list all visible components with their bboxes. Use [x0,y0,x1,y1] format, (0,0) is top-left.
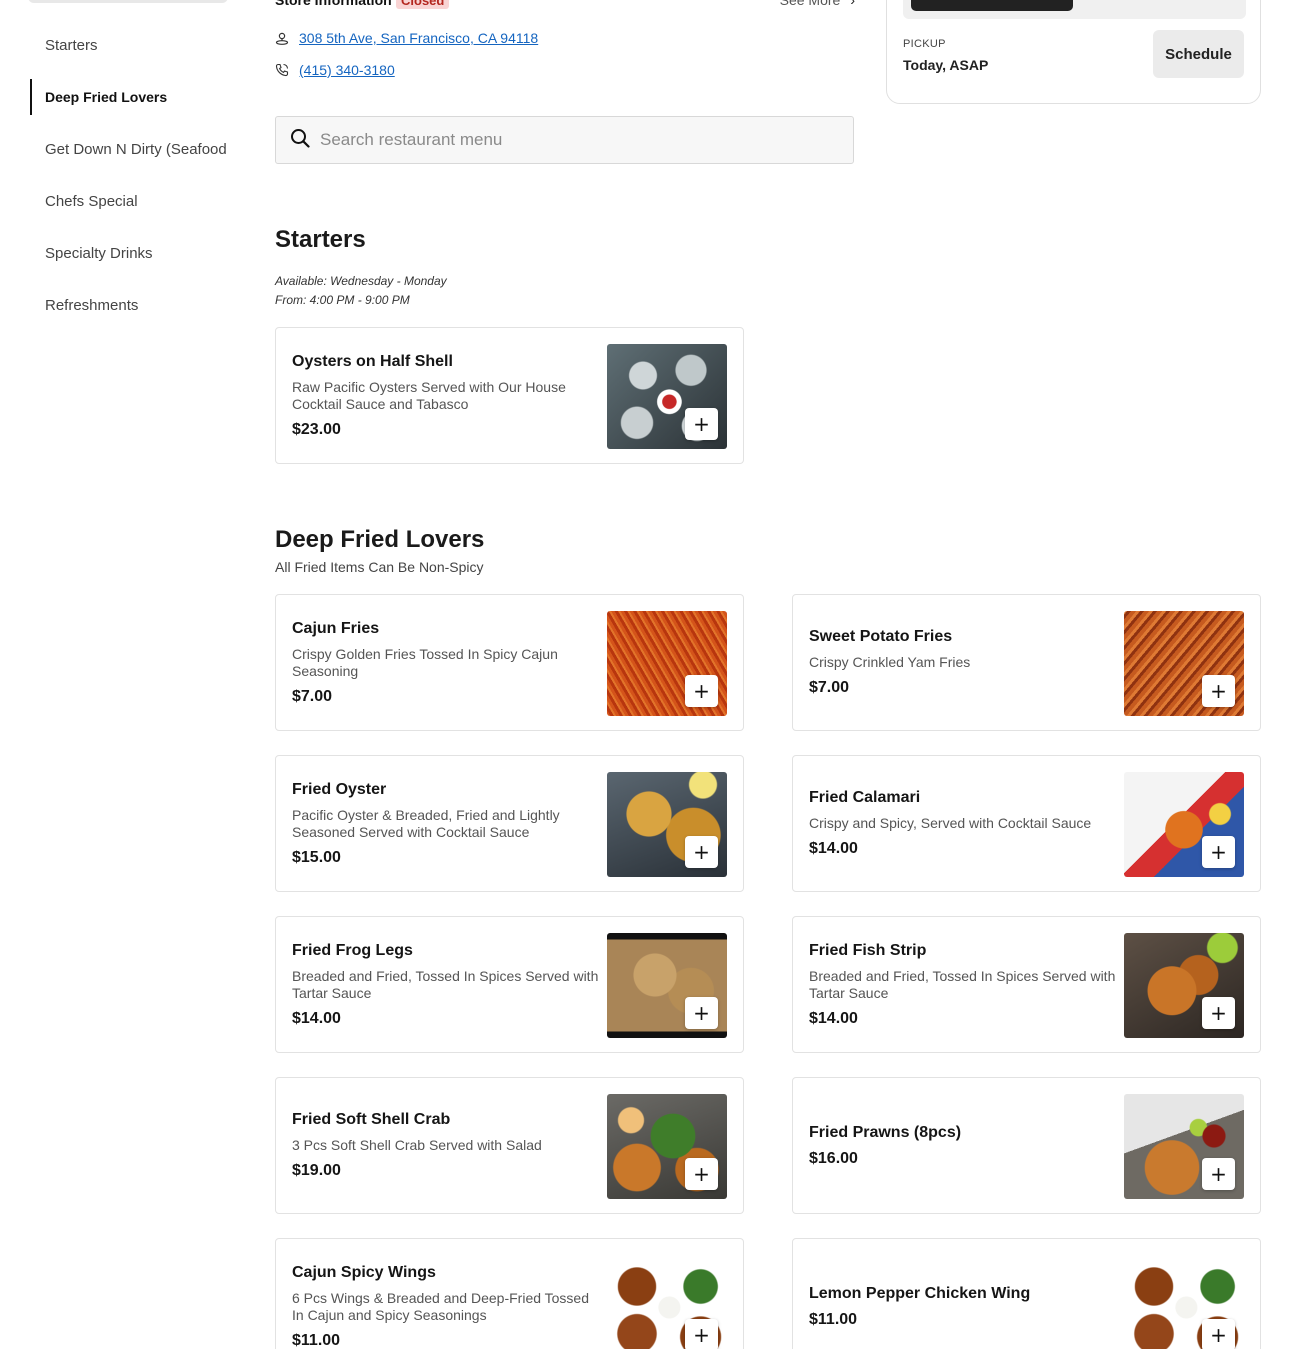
item-description: Crispy and Spicy, Served with Cocktail S… [809,815,1092,831]
menu-item-card[interactable]: Sweet Potato Fries Crispy Crinkled Yam F… [792,594,1261,731]
add-to-cart-button[interactable]: + [685,1319,718,1349]
sidebar-item-refreshments[interactable]: Refreshments [30,287,230,323]
item-price: $14.00 [292,1009,341,1027]
item-description: Raw Pacific Oysters Served with Our Hous… [292,378,566,412]
section-subtitle: All Fried Items Can Be Non-Spicy [275,559,484,575]
availability-days: Available: Wednesday - Monday [275,274,447,288]
item-price: $11.00 [809,1310,858,1328]
sidebar-scroll-edge [28,0,228,3]
sidebar-item-label: Chefs Special [45,192,138,210]
menu-item-card[interactable]: Fried Calamari Crispy and Spicy, Served … [792,755,1261,892]
add-to-cart-button[interactable]: + [1202,997,1235,1029]
availability-hours: From: 4:00 PM - 9:00 PM [275,293,410,307]
pickup-time: Today, ASAP [903,57,989,73]
status-badge: Closed [396,0,450,9]
sidebar-item-chefs-special[interactable]: Chefs Special [30,183,230,219]
item-description: Breaded and Fried, Tossed In Spices Serv… [292,967,599,1001]
search-input[interactable] [320,130,820,150]
menu-item-card[interactable]: Oysters on Half Shell Raw Pacific Oyster… [275,327,744,464]
sidebar-item-get-down-n-dirty[interactable]: Get Down N Dirty (Seafood [30,131,230,167]
section-title-deep-fried-lovers: Deep Fried Lovers [275,526,485,553]
address-row: 308 5th Ave, San Francisco, CA 94118 [275,28,538,48]
item-price: $14.00 [809,1009,858,1027]
phone-row: (415) 340-3180 [275,60,395,80]
menu-item-card[interactable]: Fried Fish Strip Breaded and Fried, Toss… [792,916,1261,1053]
item-name: Fried Oyster [292,780,387,798]
add-to-cart-button[interactable]: + [1202,1158,1235,1190]
menu-item-card[interactable]: Fried Soft Shell Crab 3 Pcs Soft Shell C… [275,1077,744,1214]
item-name: Cajun Fries [292,619,380,637]
menu-category-sidebar: Starters Deep Fried Lovers Get Down N Di… [0,0,240,1349]
add-to-cart-button[interactable]: + [1202,1319,1235,1349]
order-settings-card: PICKUP Today, ASAP Schedule [886,0,1261,104]
add-to-cart-button[interactable]: + [685,408,718,440]
section-title-starters: Starters [275,226,366,253]
item-name: Fried Soft Shell Crab [292,1111,451,1128]
sidebar-item-specialty-drinks[interactable]: Specialty Drinks [30,235,230,271]
store-info-header: Store Information Closed See More › [275,0,855,14]
toggle-selected-segment[interactable] [911,0,1073,11]
item-description: 3 Pcs Soft Shell Crab Served with Salad [292,1137,542,1153]
item-price: $15.00 [292,848,341,866]
menu-item-card[interactable]: Fried Oyster Pacific Oyster & Breaded, F… [275,755,744,892]
menu-search-bar[interactable] [275,116,854,164]
item-name: Sweet Potato Fries [809,628,953,645]
sidebar-item-label: Specialty Drinks [45,244,153,262]
add-to-cart-button[interactable]: + [685,1158,718,1190]
see-more-label: See More [779,0,841,8]
item-description: 6 Pcs Wings & Breaded and Deep-Fried Tos… [292,1289,590,1323]
menu-item-card[interactable]: Lemon Pepper Chicken Wing $11.00 + [792,1238,1261,1349]
item-name: Fried Prawns (8pcs) [809,1123,962,1141]
item-name: Fried Frog Legs [292,941,413,959]
sidebar-item-label: Starters [45,36,98,54]
menu-item-card[interactable]: Cajun Spicy Wings 6 Pcs Wings & Breaded … [275,1238,744,1349]
phone-icon [275,63,289,77]
sidebar-item-starters[interactable]: Starters [30,27,230,63]
add-to-cart-button[interactable]: + [1202,836,1235,868]
item-name: Fried Fish Strip [809,941,927,959]
menu-item-card[interactable]: Fried Frog Legs Breaded and Fried, Tosse… [275,916,744,1053]
location-pin-icon [275,31,289,45]
item-description: Crispy Crinkled Yam Fries [809,654,971,670]
item-price: $7.00 [809,679,850,696]
schedule-button[interactable]: Schedule [1153,30,1244,78]
item-description: Crispy Golden Fries Tossed In Spicy Caju… [292,645,558,679]
menu-item-card[interactable]: Cajun Fries Crispy Golden Fries Tossed I… [275,594,744,731]
add-to-cart-button[interactable]: + [685,997,718,1029]
see-more-link[interactable]: See More › [780,0,855,8]
phone-link[interactable]: (415) 340-3180 [299,62,395,78]
item-price: $19.00 [292,1162,341,1179]
chevron-right-icon: › [850,0,855,8]
item-name: Fried Calamari [809,789,921,806]
sidebar-item-label: Get Down N Dirty (Seafood [45,140,227,158]
item-description: Breaded and Fried, Tossed In Spices Serv… [809,967,1116,1001]
store-info-title: Store Information [275,0,392,8]
search-icon [290,128,310,153]
item-price: $14.00 [809,840,858,857]
item-name: Cajun Spicy Wings [292,1263,436,1281]
menu-item-card[interactable]: Fried Prawns (8pcs) $16.00 + [792,1077,1261,1214]
item-price: $7.00 [292,687,333,705]
item-description: Pacific Oyster & Breaded, Fried and Ligh… [292,806,560,840]
sidebar-item-label: Refreshments [45,296,139,314]
add-to-cart-button[interactable]: + [1202,675,1235,707]
sidebar-item-label: Deep Fried Lovers [45,89,168,105]
item-price: $11.00 [292,1331,341,1349]
item-price: $16.00 [809,1149,858,1167]
item-price: $23.00 [292,420,341,438]
pickup-label: PICKUP [903,38,946,50]
sidebar-item-deep-fried-lovers[interactable]: Deep Fried Lovers [30,79,230,115]
add-to-cart-button[interactable]: + [685,675,718,707]
item-name: Lemon Pepper Chicken Wing [809,1284,1031,1302]
add-to-cart-button[interactable]: + [685,836,718,868]
item-name: Oysters on Half Shell [292,352,453,370]
delivery-pickup-toggle[interactable] [903,0,1246,19]
address-link[interactable]: 308 5th Ave, San Francisco, CA 94118 [299,30,538,46]
